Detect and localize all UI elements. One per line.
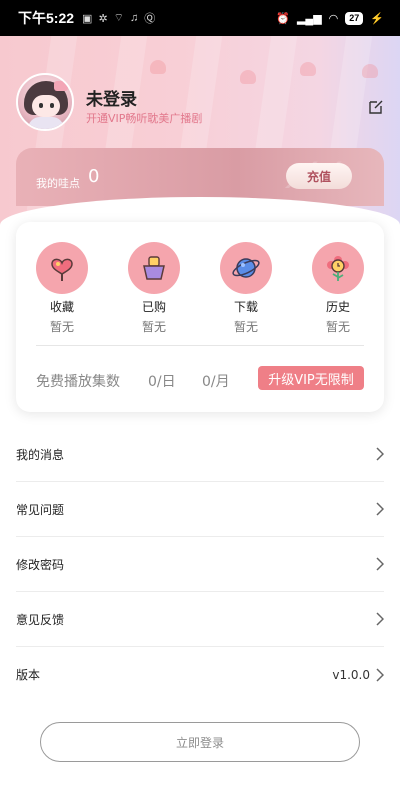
chevron-right-icon — [376, 447, 384, 461]
planet-icon — [220, 242, 272, 294]
feature-value: 暂无 — [141, 320, 166, 334]
feature-history[interactable]: 历史 暂无 — [308, 242, 368, 335]
username[interactable]: 未登录 — [86, 85, 137, 110]
menu-item-feedback[interactable]: 意见反馈 — [16, 592, 384, 647]
menu-item-faq[interactable]: 常见问题 — [16, 482, 384, 537]
login-button[interactable]: 立即登录 — [40, 722, 360, 762]
flower-clock-icon — [312, 242, 364, 294]
menu-item-version[interactable]: 版本 v1.0.0 — [16, 647, 384, 702]
feature-label: 历史 — [325, 300, 350, 314]
vip-promo-text: 开通VIP畅听耽美广播剧 — [86, 112, 203, 125]
divider — [36, 345, 364, 346]
menu-item-label: 修改密码 — [16, 557, 65, 572]
menu-item-change-password[interactable]: 修改密码 — [16, 537, 384, 592]
feature-card: 收藏 暂无 已购 暂无 下载 暂无 历史 暂无 免费播放集数 0/日 0/月 升… — [16, 222, 384, 412]
free-play-label: 免费播放集数 — [36, 374, 120, 390]
feature-label: 收藏 — [49, 300, 74, 314]
menu-item-label: 我的消息 — [16, 447, 65, 462]
settings-menu: 我的消息 常见问题 修改密码 意见反馈 版本 v1.0.0 — [0, 427, 400, 702]
feature-label: 下载 — [233, 300, 258, 314]
chevron-right-icon — [376, 667, 384, 682]
signal-small-icon: ⌔ — [113, 12, 124, 24]
feature-value: 暂无 — [49, 320, 74, 334]
version-value: v1.0.0 — [332, 667, 370, 682]
feature-value: 暂无 — [325, 320, 350, 334]
edit-icon[interactable] — [368, 99, 384, 115]
wifi-icon: ◠ — [328, 12, 339, 25]
charging-icon: ⚡ — [370, 12, 384, 25]
menu-item-label: 版本 — [16, 668, 41, 682]
feature-label: 已购 — [141, 300, 166, 314]
free-play-per-month: 0/月 — [202, 374, 230, 390]
free-play-per-day: 0/日 — [148, 374, 176, 390]
points-label: 我的哇点 — [36, 177, 80, 190]
chevron-right-icon — [376, 612, 384, 626]
lollipop-icon — [36, 242, 88, 294]
status-time: 下午5:22 — [18, 10, 75, 26]
feature-downloads[interactable]: 下载 暂无 — [216, 242, 276, 335]
shopping-basket-icon — [128, 242, 180, 294]
chat-icon: ▣ — [82, 12, 93, 25]
music-icon: ♫ — [130, 12, 139, 24]
menu-item-label: 意见反馈 — [16, 612, 65, 627]
chevron-right-icon — [376, 557, 384, 571]
feature-value: 暂无 — [233, 320, 258, 334]
bug-icon: ✲ — [98, 12, 108, 25]
cellular-signal-icon: ▂▄▆ — [296, 12, 322, 25]
status-bar: 下午5:22 ▣ ✲ ⌔ ♫ Ⓠ ⏰ ▂▄▆ ◠ 27 ⚡ — [0, 0, 400, 36]
recharge-button[interactable]: 充值 — [286, 163, 352, 189]
alarm-icon: ⏰ — [276, 12, 290, 25]
menu-item-messages[interactable]: 我的消息 — [16, 427, 384, 482]
avatar[interactable] — [16, 73, 74, 131]
chevron-right-icon — [376, 502, 384, 516]
points-value: 0 — [88, 166, 100, 187]
feature-favorites[interactable]: 收藏 暂无 — [32, 242, 92, 335]
feature-purchased[interactable]: 已购 暂无 — [124, 242, 184, 335]
battery-icon: 27 — [345, 11, 364, 25]
menu-item-label: 常见问题 — [16, 502, 65, 517]
q-icon: Ⓠ — [144, 13, 156, 25]
upgrade-vip-button[interactable]: 升级VIP无限制 — [258, 366, 364, 390]
